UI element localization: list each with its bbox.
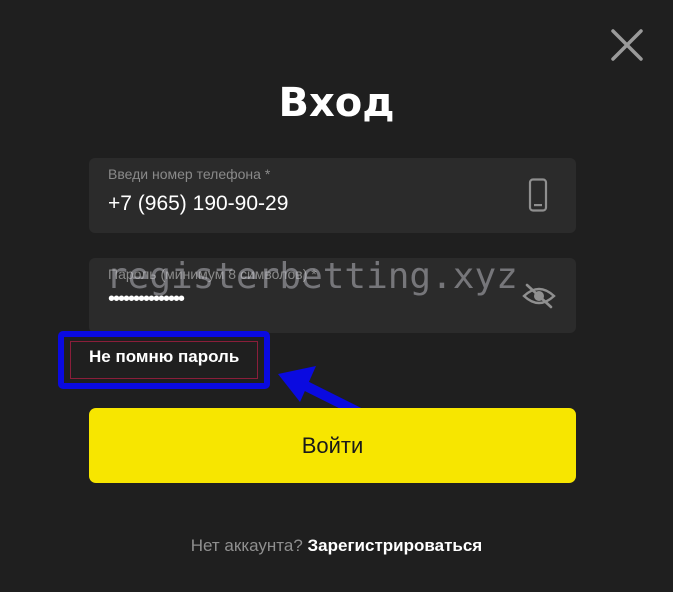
close-icon (611, 29, 643, 61)
phone-field-value[interactable]: +7 (965) 190-90-29 (108, 192, 288, 216)
password-field[interactable]: Пароль (минимум 8 символов) * ••••••••••… (89, 258, 576, 333)
login-button[interactable]: Войти (89, 408, 576, 483)
close-button[interactable] (606, 24, 648, 66)
no-account-text: Нет аккаунта? (190, 536, 303, 555)
password-field-value[interactable]: ••••••••••••••• (108, 288, 185, 311)
forgot-password-link[interactable]: Не помню пароль (89, 347, 239, 367)
login-button-label: Войти (301, 432, 364, 458)
register-link[interactable]: Зарегистрироваться (308, 536, 483, 555)
phone-field-label: Введи номер телефона * (108, 166, 271, 182)
page-title: Вход (278, 80, 395, 126)
password-field-label: Пароль (минимум 8 символов) * (108, 266, 317, 282)
footer: Нет аккаунта? Зарегистрироваться (0, 536, 673, 556)
eye-off-icon[interactable] (522, 282, 556, 310)
phone-icon (528, 178, 548, 212)
phone-field[interactable]: Введи номер телефона * +7 (965) 190-90-2… (89, 158, 576, 233)
